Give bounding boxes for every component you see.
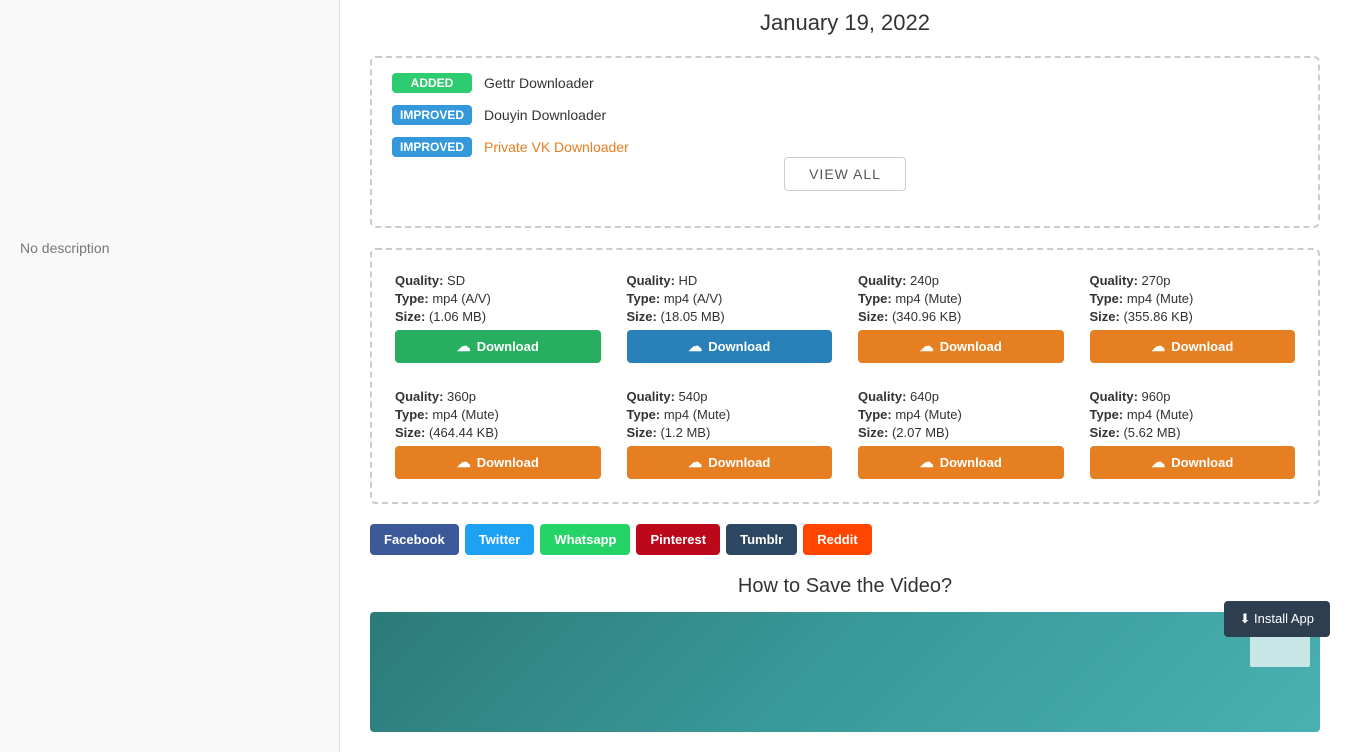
download-card: Quality: 270p Type: mp4 (Mute) Size: (35… [1082, 265, 1304, 371]
update-badge: IMPROVED [392, 105, 472, 125]
download-card: Quality: 640p Type: mp4 (Mute) Size: (2.… [850, 381, 1072, 487]
social-button-twitter[interactable]: Twitter [465, 524, 535, 555]
update-item: ADDED Gettr Downloader [392, 73, 1298, 93]
download-icon [688, 338, 702, 355]
download-card: Quality: SD Type: mp4 (A/V) Size: (1.06 … [387, 265, 609, 371]
download-card: Quality: 240p Type: mp4 (Mute) Size: (34… [850, 265, 1072, 371]
download-button[interactable]: Download [395, 446, 601, 479]
quality-line: Quality: 240p [858, 273, 1064, 288]
quality-line: Quality: 540p [627, 389, 833, 404]
social-button-pinterest[interactable]: Pinterest [636, 524, 720, 555]
download-icon [1151, 338, 1165, 355]
download-icon [688, 454, 702, 471]
download-icon [457, 338, 471, 355]
view-all-button[interactable]: VIEW ALL [784, 157, 906, 191]
update-item: IMPROVED Private VK Downloader [392, 137, 1298, 157]
download-button[interactable]: Download [395, 330, 601, 363]
social-share-row: FacebookTwitterWhatsappPinterestTumblrRe… [370, 524, 1320, 555]
type-line: Type: mp4 (Mute) [858, 407, 1064, 422]
size-line: Size: (18.05 MB) [627, 309, 833, 324]
date-heading: January 19, 2022 [370, 10, 1320, 36]
size-line: Size: (2.07 MB) [858, 425, 1064, 440]
download-button[interactable]: Download [1090, 446, 1296, 479]
download-button[interactable]: Download [627, 330, 833, 363]
update-label[interactable]: Private VK Downloader [484, 139, 629, 155]
download-card: Quality: 960p Type: mp4 (Mute) Size: (5.… [1082, 381, 1304, 487]
quality-line: Quality: 640p [858, 389, 1064, 404]
quality-line: Quality: 960p [1090, 389, 1296, 404]
view-all-container: VIEW ALL [392, 157, 1298, 191]
size-line: Size: (1.06 MB) [395, 309, 601, 324]
download-button[interactable]: Download [1090, 330, 1296, 363]
type-line: Type: mp4 (A/V) [627, 291, 833, 306]
download-icon [1151, 454, 1165, 471]
download-grid: Quality: SD Type: mp4 (A/V) Size: (1.06 … [387, 265, 1303, 487]
quality-line: Quality: 360p [395, 389, 601, 404]
size-line: Size: (464.44 KB) [395, 425, 601, 440]
update-label: Douyin Downloader [484, 107, 606, 123]
download-icon [920, 338, 934, 355]
download-button[interactable]: Download [627, 446, 833, 479]
update-item: IMPROVED Douyin Downloader [392, 105, 1298, 125]
download-button[interactable]: Download [858, 330, 1064, 363]
type-line: Type: mp4 (Mute) [395, 407, 601, 422]
update-label: Gettr Downloader [484, 75, 594, 91]
quality-line: Quality: 270p [1090, 273, 1296, 288]
type-line: Type: mp4 (Mute) [627, 407, 833, 422]
update-badge: ADDED [392, 73, 472, 93]
social-button-facebook[interactable]: Facebook [370, 524, 459, 555]
download-icon [920, 454, 934, 471]
size-line: Size: (340.96 KB) [858, 309, 1064, 324]
updates-box: ADDED Gettr Downloader IMPROVED Douyin Down… [370, 56, 1320, 228]
no-description: No description [20, 240, 110, 256]
quality-line: Quality: HD [627, 273, 833, 288]
type-line: Type: mp4 (Mute) [1090, 407, 1296, 422]
main-content: January 19, 2022 ADDED Gettr Downloader IM… [340, 0, 1350, 752]
how-to-heading: How to Save the Video? [370, 575, 1320, 598]
type-line: Type: mp4 (Mute) [1090, 291, 1296, 306]
install-app-button[interactable]: ⬇ Install App [1224, 601, 1331, 637]
video-thumbnail [370, 612, 1320, 732]
social-button-reddit[interactable]: Reddit [803, 524, 871, 555]
social-button-tumblr[interactable]: Tumblr [726, 524, 797, 555]
type-line: Type: mp4 (A/V) [395, 291, 601, 306]
size-line: Size: (5.62 MB) [1090, 425, 1296, 440]
quality-line: Quality: SD [395, 273, 601, 288]
type-line: Type: mp4 (Mute) [858, 291, 1064, 306]
update-badge: IMPROVED [392, 137, 472, 157]
size-line: Size: (1.2 MB) [627, 425, 833, 440]
size-line: Size: (355.86 KB) [1090, 309, 1296, 324]
social-button-whatsapp[interactable]: Whatsapp [540, 524, 630, 555]
download-icon [457, 454, 471, 471]
left-sidebar: No description [0, 0, 340, 752]
download-card: Quality: 540p Type: mp4 (Mute) Size: (1.… [619, 381, 841, 487]
download-button[interactable]: Download [858, 446, 1064, 479]
download-card: Quality: 360p Type: mp4 (Mute) Size: (46… [387, 381, 609, 487]
download-grid-wrapper: Quality: SD Type: mp4 (A/V) Size: (1.06 … [370, 248, 1320, 504]
download-card: Quality: HD Type: mp4 (A/V) Size: (18.05… [619, 265, 841, 371]
